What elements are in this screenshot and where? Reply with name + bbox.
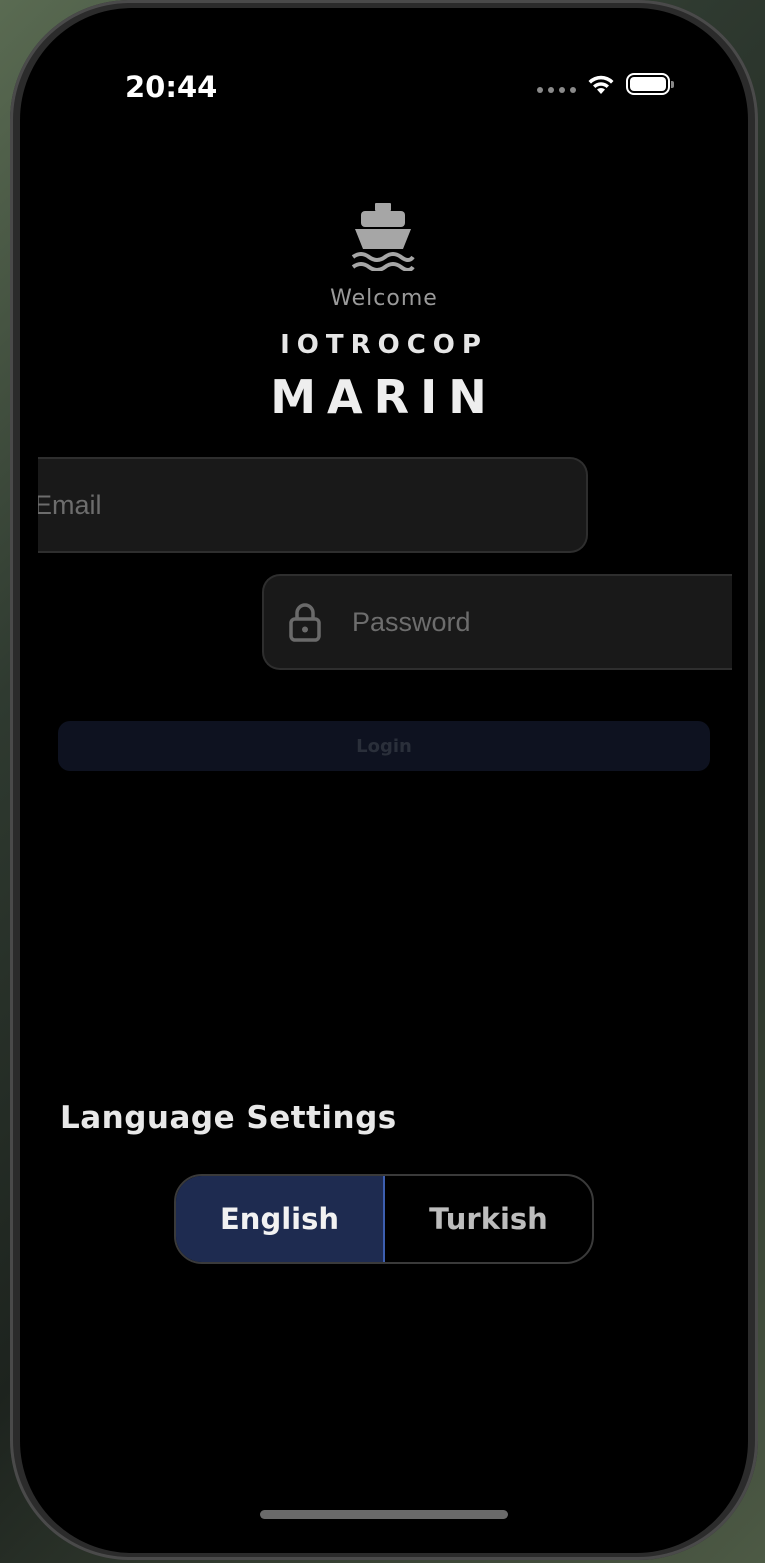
welcome-text: Welcome	[330, 286, 438, 311]
home-indicator[interactable]	[260, 1510, 508, 1519]
cellular-signal-icon	[537, 87, 576, 93]
status-icons	[537, 72, 674, 96]
lock-icon	[289, 603, 321, 642]
language-option-turkish[interactable]: Turkish	[385, 1176, 592, 1262]
ship-icon	[351, 203, 415, 271]
wifi-icon	[588, 75, 614, 94]
email-field[interactable]	[38, 457, 588, 553]
language-option-english[interactable]: English	[176, 1176, 385, 1262]
company-name: IOTROCOP	[280, 330, 488, 360]
login-button[interactable]: Login	[58, 721, 710, 771]
password-field[interactable]	[262, 574, 732, 670]
status-time: 20:44	[125, 70, 218, 104]
battery-icon	[626, 73, 674, 95]
password-input[interactable]	[350, 605, 732, 639]
language-settings-title: Language Settings	[60, 1100, 397, 1136]
app-screen: 20:44 Welcome IOTROCOP MARIN Log	[20, 8, 748, 1553]
product-name: MARIN	[270, 370, 498, 424]
email-input[interactable]	[38, 488, 584, 522]
language-selector: English Turkish	[174, 1174, 594, 1264]
